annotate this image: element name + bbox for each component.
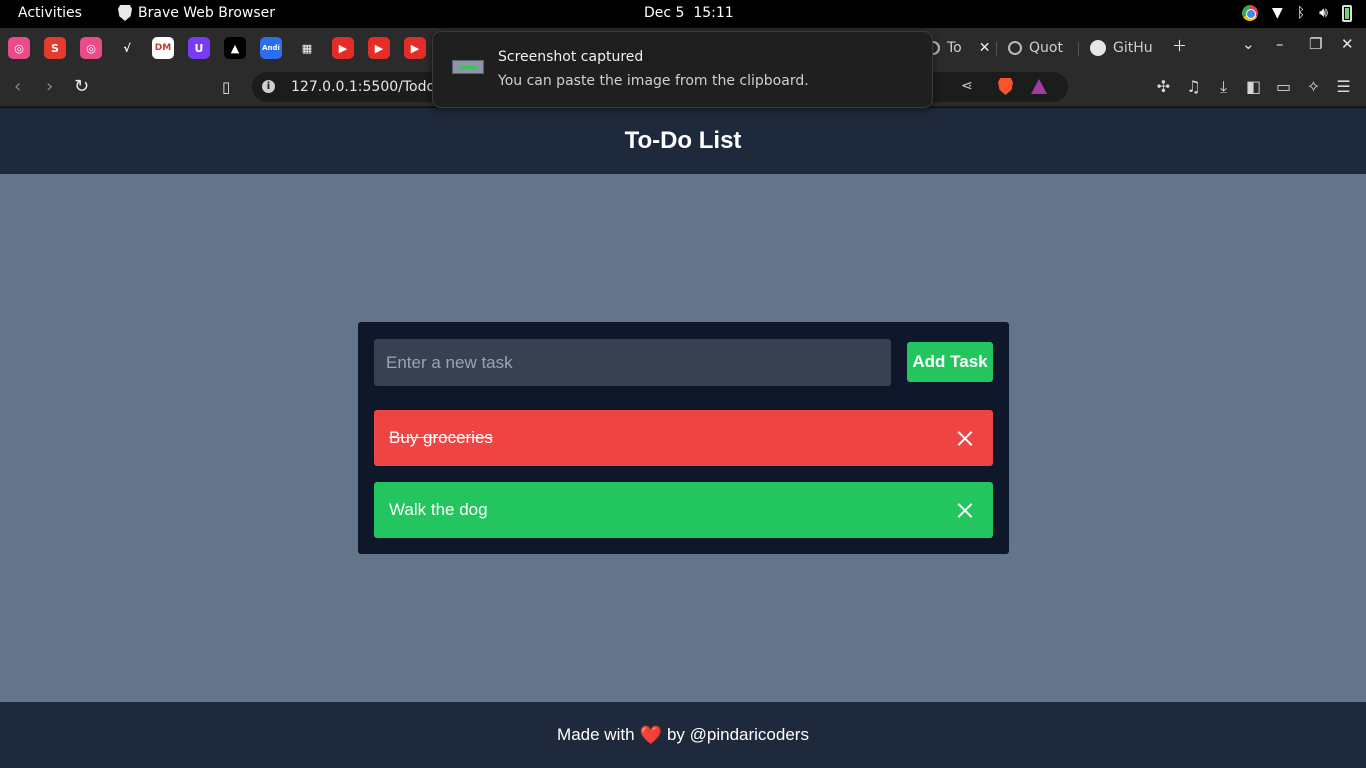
task-text[interactable]: Buy groceries	[389, 428, 493, 448]
tab-search-chevron-icon[interactable]: ⌄	[1242, 35, 1255, 53]
brave-rewards-icon[interactable]	[1031, 79, 1047, 94]
url-text[interactable]: 127.0.0.1:5500/Todo/in	[291, 79, 453, 95]
tab-quote-label: Quot	[1029, 40, 1063, 56]
screenshot-notification[interactable]: Screenshot captured You can paste the im…	[432, 31, 933, 108]
todo-page: To-Do List Add Task Buy groceries Walk t…	[0, 108, 1366, 768]
system-top-bar: Activities Brave Web Browser Dec 5 15:11…	[0, 0, 1366, 28]
menu-icon[interactable]: ☰	[1335, 77, 1352, 97]
delete-task-icon[interactable]	[955, 500, 975, 520]
leo-ai-icon[interactable]: ✧	[1305, 77, 1322, 97]
info-icon[interactable]: i	[262, 80, 275, 93]
downloads-icon[interactable]: ⤓	[1215, 77, 1232, 97]
maximize-icon[interactable]: ❐	[1309, 35, 1322, 53]
todo-card: Add Task Buy groceries Walk the dog	[358, 322, 1009, 554]
close-window-icon[interactable]: ✕	[1341, 35, 1354, 53]
u-app-icon[interactable]: U	[188, 37, 210, 59]
globe-icon	[1008, 41, 1022, 55]
media-icon[interactable]: ♫	[1185, 77, 1202, 97]
tab-github[interactable]: GitHu	[1090, 36, 1153, 60]
tab-todo[interactable]: To ✕	[926, 36, 990, 60]
notification-title: Screenshot captured	[498, 49, 644, 65]
app-menu[interactable]: Brave Web Browser	[118, 5, 275, 21]
triangle-app-icon[interactable]: ▲	[224, 37, 246, 59]
brave-lion-icon	[118, 5, 132, 21]
s-app-icon[interactable]: S	[44, 37, 66, 59]
tab-github-label: GitHu	[1113, 40, 1153, 56]
dm-icon[interactable]: DM	[152, 37, 174, 59]
clock[interactable]: Dec 5 15:11	[644, 5, 734, 21]
pinned-tabs: ◎ S ◎ √ DM U ▲ Andi ▦ ▶ ▶ ▶	[8, 37, 426, 59]
new-task-input[interactable]	[374, 339, 891, 386]
system-tray[interactable]: ▼ ᛒ 🔊︎	[1241, 4, 1352, 22]
task-item[interactable]: Walk the dog	[374, 482, 993, 538]
vector-icon[interactable]: √	[116, 37, 138, 59]
battery-icon[interactable]	[1342, 4, 1352, 22]
youtube-icon[interactable]: ▶	[368, 37, 390, 59]
tab-todo-label: To	[947, 40, 962, 56]
youtube-icon[interactable]: ▶	[404, 37, 426, 59]
tab-quote[interactable]: Quot	[1008, 36, 1063, 60]
github-icon	[1090, 40, 1106, 56]
page-footer: Made with ❤️ by @pindaricoders	[0, 702, 1366, 768]
brave-shields-icon[interactable]	[998, 78, 1013, 95]
delete-task-icon[interactable]	[955, 428, 975, 448]
dribbble-icon[interactable]: ◎	[80, 37, 102, 59]
minimize-icon[interactable]: –	[1276, 35, 1284, 53]
forward-icon[interactable]: ›	[46, 76, 53, 97]
sidebar-icon[interactable]: ◧	[1245, 77, 1262, 97]
back-icon[interactable]: ‹	[14, 76, 21, 97]
reload-icon[interactable]: ↻	[74, 76, 89, 97]
page-header: To-Do List	[0, 108, 1366, 174]
wifi-icon[interactable]: ▼	[1272, 4, 1283, 22]
activities-button[interactable]: Activities	[18, 5, 82, 21]
volume-icon[interactable]: 🔊︎	[1319, 4, 1328, 22]
bluetooth-icon[interactable]: ᛒ	[1297, 4, 1305, 22]
footer-prefix: Made with	[557, 725, 635, 744]
add-task-button[interactable]: Add Task	[907, 342, 993, 382]
app-name-label: Brave Web Browser	[138, 5, 275, 21]
new-tab-icon[interactable]: ＋	[1172, 35, 1187, 56]
clock-time: 15:11	[693, 5, 734, 21]
andi-icon[interactable]: Andi	[260, 37, 282, 59]
toolbar-actions: ✣ ♫ ⤓ ◧ ▭ ✧ ☰	[1155, 77, 1352, 97]
microsoft-icon[interactable]: ▦	[296, 37, 318, 59]
tab-divider	[996, 42, 997, 56]
youtube-icon[interactable]: ▶	[332, 37, 354, 59]
bookmark-icon[interactable]: ▯	[222, 78, 230, 96]
tab-close-icon[interactable]: ✕	[979, 40, 991, 56]
chrome-icon[interactable]	[1241, 5, 1258, 21]
heart-icon: ❤️	[639, 724, 662, 745]
footer-suffix: by @pindaricoders	[666, 725, 809, 744]
tab-divider	[1078, 42, 1079, 56]
page-title: To-Do List	[624, 127, 742, 154]
extensions-icon[interactable]: ✣	[1155, 77, 1172, 97]
clock-date: Dec 5	[644, 5, 685, 21]
wallet-icon[interactable]: ▭	[1275, 77, 1292, 97]
dribbble-icon[interactable]: ◎	[8, 37, 30, 59]
task-item[interactable]: Buy groceries	[374, 410, 993, 466]
share-icon[interactable]: ⋖	[961, 78, 973, 94]
task-text[interactable]: Walk the dog	[389, 500, 488, 520]
notification-body: You can paste the image from the clipboa…	[498, 73, 809, 89]
screenshot-icon	[452, 60, 484, 74]
